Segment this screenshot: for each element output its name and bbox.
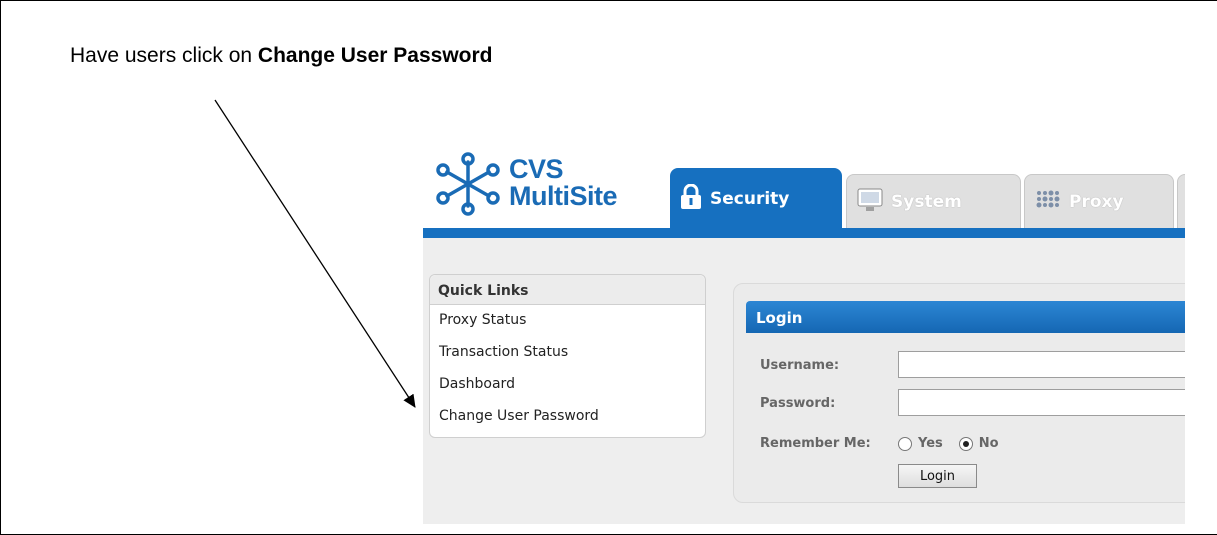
pointer-arrow <box>214 99 416 408</box>
arrow-line <box>214 99 416 408</box>
